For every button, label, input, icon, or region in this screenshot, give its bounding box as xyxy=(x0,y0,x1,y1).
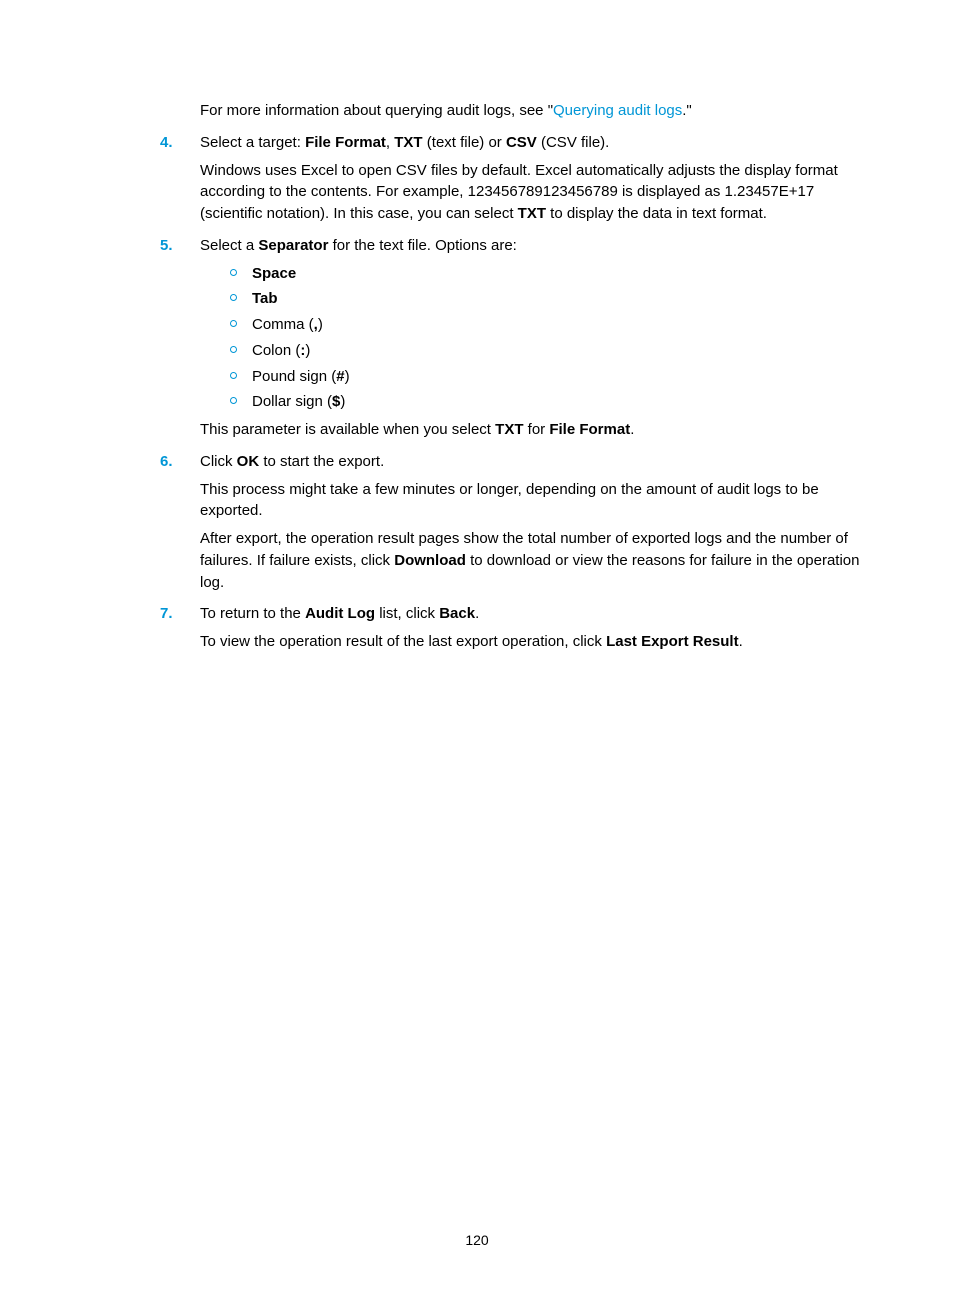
intro-text-1: For more information about querying audi… xyxy=(200,102,553,119)
bold-file-format: File Format xyxy=(549,421,630,438)
intro-paragraph: For more information about querying audi… xyxy=(200,100,860,122)
step4-line1: Select a target: File Format, TXT (text … xyxy=(200,132,860,154)
step-body: Select a target: File Format, TXT (text … xyxy=(200,132,860,231)
option-tab: Tab xyxy=(230,288,860,310)
text: ) xyxy=(305,342,310,359)
bold-txt: TXT xyxy=(518,205,546,222)
bold-txt: TXT xyxy=(394,134,422,151)
step5-line1: Select a Separator for the text file. Op… xyxy=(200,235,860,257)
text: ) xyxy=(340,393,345,410)
step-number: 7. xyxy=(160,603,200,625)
bold-last-export-result: Last Export Result xyxy=(606,633,739,650)
bold-file-format: File Format xyxy=(305,134,386,151)
text: . xyxy=(630,421,634,438)
text: . xyxy=(739,633,743,650)
step-6: 6. Click OK to start the export. This pr… xyxy=(160,451,860,600)
step-number: 4. xyxy=(160,132,200,154)
bold-pound: # xyxy=(336,368,344,385)
text: Colon ( xyxy=(252,342,300,359)
step-7: 7. To return to the Audit Log list, clic… xyxy=(160,603,860,659)
step-number: 5. xyxy=(160,235,200,257)
bold-ok: OK xyxy=(237,453,260,470)
text: to start the export. xyxy=(259,453,384,470)
step4-line2: Windows uses Excel to open CSV files by … xyxy=(200,160,860,225)
text: Select a target: xyxy=(200,134,305,151)
step7-line1: To return to the Audit Log list, click B… xyxy=(200,603,860,625)
text: for xyxy=(524,421,550,438)
text: Click xyxy=(200,453,237,470)
text: Pound sign ( xyxy=(252,368,336,385)
page-number: 120 xyxy=(0,1232,954,1248)
step6-line3: After export, the operation result pages… xyxy=(200,528,860,593)
bold-audit-log: Audit Log xyxy=(305,605,375,622)
text: This parameter is available when you sel… xyxy=(200,421,495,438)
bold-csv: CSV xyxy=(506,134,537,151)
text: To return to the xyxy=(200,605,305,622)
text: Comma ( xyxy=(252,316,314,333)
bold-download: Download xyxy=(394,552,466,569)
step-body: To return to the Audit Log list, click B… xyxy=(200,603,860,659)
step6-line2: This process might take a few minutes or… xyxy=(200,479,860,523)
step-body: Select a Separator for the text file. Op… xyxy=(200,235,860,447)
option-pound: Pound sign (#) xyxy=(230,366,860,388)
bold-txt: TXT xyxy=(495,421,523,438)
option-colon: Colon (:) xyxy=(230,340,860,362)
step-number: 6. xyxy=(160,451,200,473)
bold-space: Space xyxy=(252,265,296,282)
step-4: 4. Select a target: File Format, TXT (te… xyxy=(160,132,860,231)
intro-text-2: ." xyxy=(682,102,692,119)
text: , xyxy=(386,134,394,151)
text: to display the data in text format. xyxy=(546,205,767,222)
step5-line2: This parameter is available when you sel… xyxy=(200,419,860,441)
step7-line2: To view the operation result of the last… xyxy=(200,631,860,653)
bold-separator: Separator xyxy=(258,237,328,254)
text: . xyxy=(475,605,479,622)
text: for the text file. Options are: xyxy=(328,237,516,254)
text: To view the operation result of the last… xyxy=(200,633,606,650)
querying-audit-logs-link[interactable]: Querying audit logs xyxy=(553,102,682,119)
text: Dollar sign ( xyxy=(252,393,332,410)
option-comma: Comma (,) xyxy=(230,314,860,336)
text: list, click xyxy=(375,605,439,622)
bold-back: Back xyxy=(439,605,475,622)
step-body: Click OK to start the export. This proce… xyxy=(200,451,860,600)
step-5: 5. Select a Separator for the text file.… xyxy=(160,235,860,447)
option-dollar: Dollar sign ($) xyxy=(230,391,860,413)
text: (CSV file). xyxy=(537,134,610,151)
text: (text file) or xyxy=(423,134,506,151)
option-space: Space xyxy=(230,263,860,285)
text: Select a xyxy=(200,237,258,254)
separator-options: Space Tab Comma (,) Colon (:) Pound sign… xyxy=(230,263,860,414)
text: ) xyxy=(318,316,323,333)
step6-line1: Click OK to start the export. xyxy=(200,451,860,473)
page-body: For more information about querying audi… xyxy=(0,0,954,659)
bold-tab: Tab xyxy=(252,290,278,307)
text: ) xyxy=(345,368,350,385)
steps-list: 4. Select a target: File Format, TXT (te… xyxy=(160,132,860,659)
